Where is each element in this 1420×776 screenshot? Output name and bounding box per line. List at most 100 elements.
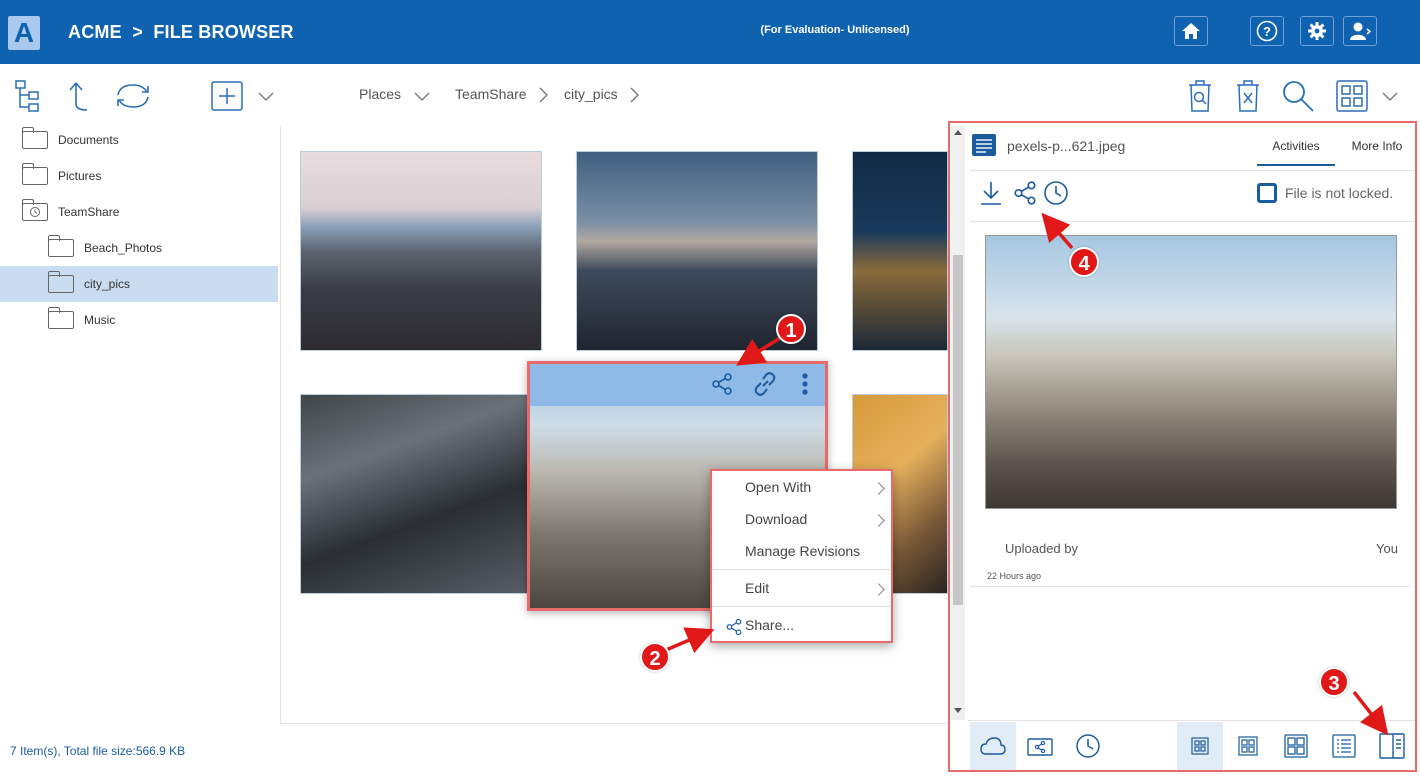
recycle-bin-search-button[interactable]	[1184, 78, 1216, 114]
shared-folder-icon	[1027, 738, 1053, 756]
home-button[interactable]	[1174, 16, 1208, 46]
chevron-right-icon	[872, 514, 885, 527]
history-icon	[30, 207, 40, 217]
small-grid-icon	[1191, 737, 1209, 755]
menu-item-label: Manage Revisions	[745, 543, 861, 559]
details-filename: pexels-p...621.jpeg	[1007, 138, 1126, 154]
share-icon[interactable]	[710, 372, 734, 396]
file-thumbnail[interactable]	[852, 151, 948, 351]
new-dropdown-button[interactable]	[256, 86, 276, 106]
divider	[970, 170, 1415, 171]
breadcrumb-teamshare[interactable]: TeamShare	[455, 86, 527, 102]
menu-item-manage-revisions[interactable]: Manage Revisions	[712, 543, 891, 559]
tab-activities[interactable]: Activities	[1257, 128, 1335, 166]
cloud-view-button[interactable]	[970, 722, 1016, 770]
lock-status: File is not locked.	[1285, 185, 1394, 201]
sidebar-item-label: Beach_Photos	[84, 241, 163, 255]
scrollbar-thumb[interactable]	[953, 255, 963, 605]
trash-search-icon	[1189, 80, 1211, 112]
medium-icons-view-button[interactable]	[1225, 722, 1271, 770]
download-icon[interactable]	[979, 180, 1003, 206]
activity-label: Uploaded by	[1005, 541, 1078, 556]
grid-icon	[1336, 80, 1368, 112]
sidebar-item-pictures[interactable]: Pictures	[0, 158, 278, 194]
menu-item-open-with[interactable]: Open With	[712, 479, 891, 495]
lock-checkbox[interactable]	[1257, 183, 1277, 203]
recent-view-button[interactable]	[1065, 722, 1111, 770]
refresh-button[interactable]	[112, 80, 154, 112]
sidebar-item-label: Music	[84, 313, 116, 327]
chevron-right-icon	[539, 87, 548, 103]
divider	[970, 586, 1410, 587]
menu-item-label: Open With	[745, 479, 812, 495]
sidebar-item-teamshare[interactable]: TeamShare	[0, 194, 278, 230]
activity-user: You	[1376, 541, 1398, 556]
version-history-icon[interactable]	[1043, 180, 1069, 206]
card-action-bar	[530, 364, 825, 406]
evaluation-notice: (For Evaluation- Unlicensed)	[760, 24, 910, 36]
app-title: ACME > FILE BROWSER	[68, 22, 294, 42]
menu-item-label: Download	[745, 511, 808, 527]
details-panel-toggle-button[interactable]	[1369, 722, 1415, 770]
delete-button[interactable]	[1232, 78, 1264, 114]
sidebar-item-beach-photos[interactable]: Beach_Photos	[0, 230, 278, 266]
annotation-badge-3: 3	[1319, 667, 1349, 697]
plus-icon	[211, 81, 243, 111]
menu-item-edit[interactable]: Edit	[712, 580, 891, 596]
user-button[interactable]	[1343, 16, 1377, 46]
panel-icon	[1379, 733, 1405, 759]
menu-divider	[712, 569, 891, 570]
link-icon[interactable]	[752, 370, 778, 398]
cloud-icon	[980, 737, 1006, 755]
folder-icon	[22, 127, 48, 149]
divider	[970, 221, 1415, 222]
help-button[interactable]: ?	[1250, 16, 1284, 46]
chevron-right-icon	[630, 87, 639, 103]
sidebar-item-documents[interactable]: Documents	[0, 122, 278, 158]
share-icon	[726, 618, 742, 636]
more-options-icon[interactable]	[800, 372, 810, 398]
file-preview-image	[985, 235, 1397, 509]
breadcrumb-city-pics[interactable]: city_pics	[564, 86, 618, 102]
search-button[interactable]	[1280, 78, 1316, 114]
small-icons-view-button[interactable]	[1177, 722, 1223, 770]
menu-item-download[interactable]: Download	[712, 511, 891, 527]
shared-view-button[interactable]	[1017, 722, 1063, 770]
sidebar-item-label: city_pics	[84, 277, 131, 291]
large-icons-view-button[interactable]	[1273, 722, 1319, 770]
menu-item-share[interactable]: Share...	[712, 617, 891, 636]
gear-icon	[1308, 22, 1326, 40]
settings-button[interactable]	[1300, 16, 1334, 46]
sidebar-item-label: TeamShare	[58, 205, 120, 219]
grid-icon	[1238, 736, 1258, 756]
chevron-down-icon	[1382, 92, 1398, 101]
breadcrumb-places[interactable]: Places	[359, 86, 401, 102]
app-logo: A	[8, 16, 40, 50]
list-view-button[interactable]	[1321, 722, 1367, 770]
share-icon[interactable]	[1012, 180, 1038, 206]
annotation-badge-4: 4	[1069, 247, 1099, 277]
user-icon	[1350, 22, 1371, 40]
context-menu: Open With Download Manage Revisions Edit…	[710, 469, 893, 643]
file-thumbnail[interactable]	[300, 394, 542, 594]
sidebar-item-city-pics[interactable]: city_pics	[0, 266, 278, 302]
file-thumbnail[interactable]	[300, 151, 542, 351]
svg-text:?: ?	[1263, 24, 1271, 39]
view-mode-button[interactable]	[1334, 78, 1370, 114]
view-mode-dropdown-button[interactable]	[1380, 86, 1400, 106]
file-type-icon	[972, 134, 996, 156]
tab-more-info[interactable]: More Info	[1340, 128, 1414, 166]
sidebar-item-music[interactable]: Music	[0, 302, 278, 338]
divider	[968, 720, 1415, 721]
scroll-down-icon[interactable]	[953, 707, 963, 715]
folder-tree-button[interactable]	[14, 80, 46, 112]
large-grid-icon	[1284, 734, 1308, 758]
arrow-up-icon	[69, 82, 88, 111]
home-icon	[1182, 23, 1200, 39]
chevron-down-icon[interactable]	[413, 90, 431, 102]
folder-icon	[48, 235, 74, 257]
go-up-button[interactable]	[60, 80, 92, 112]
new-button[interactable]	[210, 80, 244, 112]
sidebar-item-label: Pictures	[58, 169, 102, 183]
scroll-up-icon[interactable]	[953, 128, 963, 136]
